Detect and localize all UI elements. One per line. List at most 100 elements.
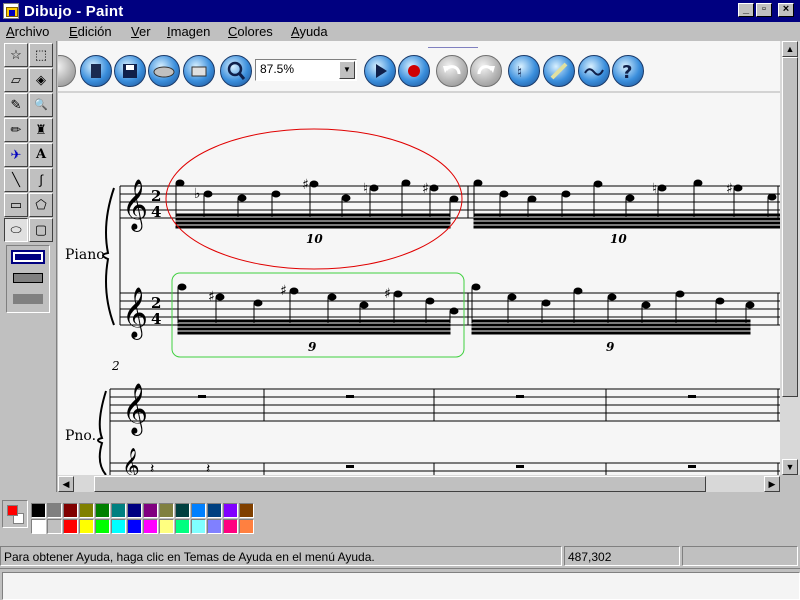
palette-swatch[interactable] <box>239 519 254 534</box>
print-icon[interactable] <box>183 55 215 87</box>
ellipse-icon[interactable]: ⬭ <box>4 218 28 242</box>
vertical-scroll-thumb[interactable] <box>782 57 798 397</box>
curve-icon[interactable]: ∫ <box>29 168 53 192</box>
status-size <box>682 546 798 566</box>
menu-edicion[interactable]: Edición <box>69 24 112 39</box>
text-icon[interactable]: A <box>29 143 53 167</box>
palette-swatch[interactable] <box>207 519 222 534</box>
scanner-icon[interactable] <box>148 55 180 87</box>
palette-swatch[interactable] <box>223 519 238 534</box>
red-ellipse-annotation[interactable] <box>165 128 463 270</box>
pen-input-icon[interactable] <box>543 55 575 87</box>
tuplet-label: 10 <box>610 232 627 246</box>
menu-ayuda[interactable]: Ayuda <box>291 24 328 39</box>
close-button[interactable]: × <box>778 3 794 17</box>
fill-option-outline-fill[interactable] <box>11 271 45 285</box>
fill-option-fill[interactable] <box>11 292 45 306</box>
palette-swatch[interactable] <box>63 503 78 518</box>
palette-swatch[interactable] <box>95 503 110 518</box>
foreground-color[interactable] <box>7 505 18 516</box>
line-icon[interactable]: ╲ <box>4 168 28 192</box>
title-bar[interactable]: Dibujo - Paint _ ▫ × <box>0 0 800 22</box>
palette-swatch[interactable] <box>31 503 46 518</box>
magnify-score-icon[interactable] <box>220 55 252 87</box>
chevron-down-icon[interactable]: ▼ <box>339 61 355 79</box>
help-question-icon[interactable]: ? <box>612 55 644 87</box>
zoom-value: 87.5% <box>260 62 295 76</box>
palette-swatch[interactable] <box>207 503 222 518</box>
palette-swatch[interactable] <box>111 503 126 518</box>
rectangle-icon[interactable]: ▭ <box>4 193 28 217</box>
color-picker-icon[interactable]: ✎ <box>4 93 28 117</box>
palette-swatch[interactable] <box>79 519 94 534</box>
drawing-canvas[interactable]: 87.5% ▼ ♮ ? 𝄞 𝄞 𝄞 𝄞 2 4 2 4 ♭ ♯ ♮ ♯ ♮ ♯ … <box>58 41 780 475</box>
minimize-button[interactable]: _ <box>738 3 754 17</box>
horizontal-scrollbar[interactable]: ◀ ▶ <box>58 475 780 492</box>
treble-clef-system2: 𝄞 <box>122 383 148 436</box>
instrument-label-pno: Pno. <box>65 428 97 444</box>
palette-swatch[interactable] <box>31 519 46 534</box>
current-colors[interactable] <box>2 500 28 528</box>
rect-select-icon[interactable]: ⬚ <box>29 43 53 67</box>
maximize-button[interactable]: ▫ <box>756 3 772 17</box>
airbrush-icon[interactable]: ✈ <box>4 143 28 167</box>
svg-text:4: 4 <box>151 203 161 221</box>
save-icon[interactable] <box>114 55 146 87</box>
menu-bar: Archivo Edición Ver Imagen Colores Ayuda <box>0 22 800 41</box>
palette-swatch[interactable] <box>223 503 238 518</box>
svg-text:4: 4 <box>151 310 161 328</box>
scroll-right-icon[interactable]: ▶ <box>764 476 780 492</box>
palette-swatch[interactable] <box>175 503 190 518</box>
menu-archivo[interactable]: Archivo <box>6 24 49 39</box>
free-select-icon[interactable]: ☆ <box>4 43 28 67</box>
status-coords: 487,302 <box>564 546 680 566</box>
palette-swatch[interactable] <box>127 503 142 518</box>
eraser-icon[interactable]: ▱ <box>4 68 28 92</box>
zoom-select[interactable]: 87.5% ▼ <box>255 59 357 81</box>
menu-ver[interactable]: Ver <box>131 24 151 39</box>
palette-swatch[interactable] <box>79 503 94 518</box>
palette-swatch[interactable] <box>143 519 158 534</box>
tuplet-label: 9 <box>308 340 317 354</box>
scroll-down-icon[interactable]: ▼ <box>782 459 798 475</box>
vertical-scrollbar[interactable]: ▲ ▼ <box>780 41 800 475</box>
magnifier-icon[interactable]: 🔍 <box>29 93 53 117</box>
palette-swatch[interactable] <box>47 519 62 534</box>
scroll-up-icon[interactable]: ▲ <box>782 41 798 57</box>
paint-app-icon[interactable] <box>3 3 19 19</box>
color-palette <box>0 494 800 544</box>
palette-swatch[interactable] <box>143 503 158 518</box>
palette-swatch[interactable] <box>127 519 142 534</box>
menu-imagen[interactable]: Imagen <box>167 24 210 39</box>
brush-icon[interactable]: ♜ <box>29 118 53 142</box>
record-icon[interactable] <box>398 55 430 87</box>
horizontal-scroll-thumb[interactable] <box>94 476 706 492</box>
play-icon[interactable] <box>364 55 396 87</box>
svg-text:♯: ♯ <box>280 283 287 299</box>
redo-icon[interactable] <box>470 55 502 87</box>
treble-clef-system2-lower: 𝄞 <box>122 448 140 475</box>
menu-colores[interactable]: Colores <box>228 24 273 39</box>
palette-swatch[interactable] <box>111 519 126 534</box>
open-file-icon[interactable] <box>80 55 112 87</box>
palette-swatch[interactable] <box>175 519 190 534</box>
palette-swatch[interactable] <box>191 519 206 534</box>
undo-icon[interactable] <box>436 55 468 87</box>
music-score: 𝄞 𝄞 𝄞 𝄞 2 4 2 4 ♭♯ ♮ ♯ ♮ ♯ ♯ ♯ ♯ 𝄽 𝄽 <box>97 128 780 475</box>
fill-bucket-icon[interactable]: ◈ <box>29 68 53 92</box>
palette-swatch[interactable] <box>159 519 174 534</box>
palette-swatch[interactable] <box>47 503 62 518</box>
rounded-rect-icon[interactable]: ▢ <box>29 218 53 242</box>
note-input-icon[interactable]: ♮ <box>508 55 540 87</box>
wave-icon[interactable] <box>578 55 610 87</box>
pencil-icon[interactable]: ✏ <box>4 118 28 142</box>
polygon-icon[interactable]: ⬠ <box>29 193 53 217</box>
palette-swatch[interactable] <box>159 503 174 518</box>
scroll-left-icon[interactable]: ◀ <box>58 476 74 492</box>
svg-text:?: ? <box>622 62 632 83</box>
palette-swatch[interactable] <box>239 503 254 518</box>
fill-option-outline[interactable] <box>11 250 45 264</box>
palette-swatch[interactable] <box>63 519 78 534</box>
palette-swatch[interactable] <box>191 503 206 518</box>
palette-swatch[interactable] <box>95 519 110 534</box>
